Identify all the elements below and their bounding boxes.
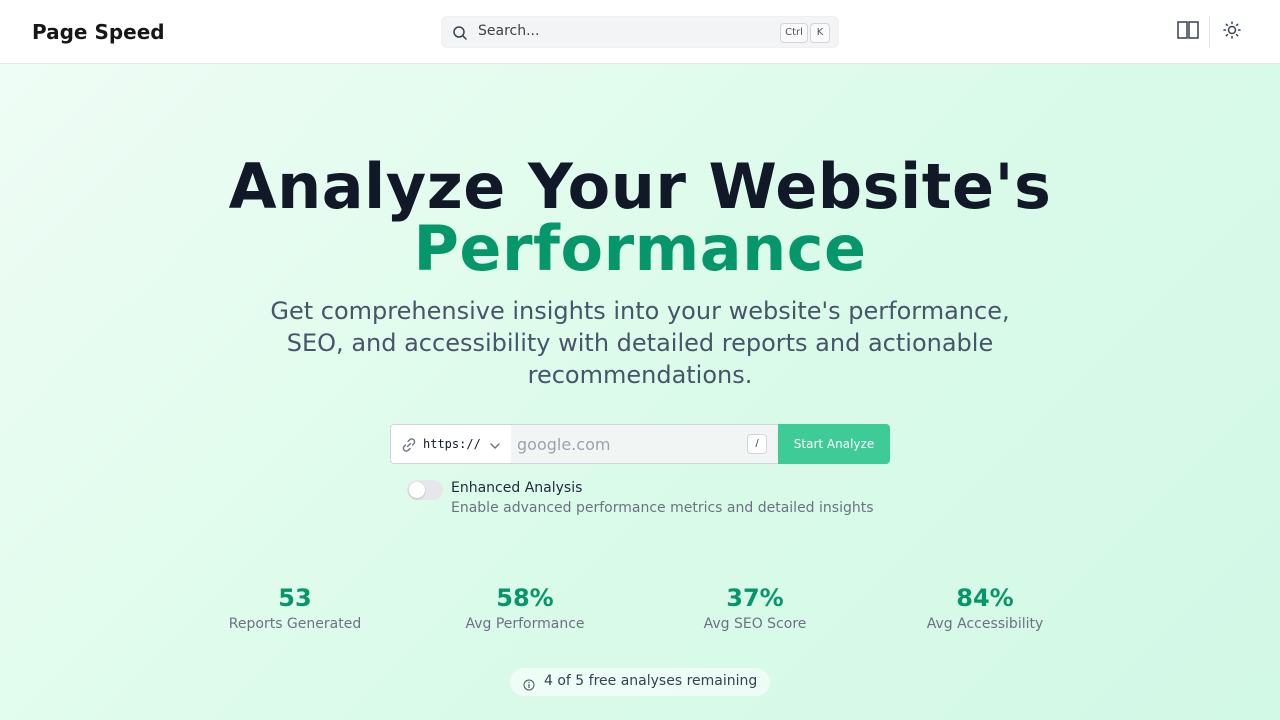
- hero-title: Analyze Your Website's Performance: [0, 156, 1280, 280]
- quota-text: 4 of 5 free analyses remaining: [544, 673, 758, 689]
- kbd-ctrl: Ctrl: [780, 23, 808, 43]
- stat-seo: 37% Avg SEO Score: [655, 584, 855, 632]
- search-box[interactable]: Search... Ctrl K: [441, 16, 839, 48]
- header-divider: [1209, 16, 1210, 48]
- hero-subtitle: Get comprehensive insights into your web…: [270, 297, 1010, 389]
- protocol-value: https://: [423, 437, 481, 451]
- info-icon: [523, 676, 535, 691]
- stat-accessibility: 84% Avg Accessibility: [885, 584, 1085, 632]
- layout-toggle-button[interactable]: [1174, 18, 1202, 46]
- url-input[interactable]: [511, 424, 779, 464]
- stat-value: 58%: [496, 584, 554, 612]
- search-placeholder: Search...: [478, 23, 540, 39]
- start-analyze-button[interactable]: Start Analyze: [778, 424, 890, 464]
- brand-logo[interactable]: Page Speed: [32, 20, 165, 44]
- top-header: Page Speed Search... Ctrl K: [0, 0, 1280, 64]
- link-icon: [401, 437, 417, 453]
- toggle-knob: [409, 482, 425, 498]
- stat-performance: 58% Avg Performance: [425, 584, 625, 632]
- shortcut-kbd: /: [747, 434, 767, 454]
- enhanced-analysis-toggle[interactable]: [407, 480, 443, 500]
- analyze-form: https:// / Start Analyze: [390, 424, 890, 464]
- enhanced-analysis-description: Enable advanced performance metrics and …: [451, 500, 874, 516]
- theme-toggle-button[interactable]: [1218, 18, 1246, 46]
- sun-icon: [1223, 21, 1241, 43]
- stat-label: Avg Performance: [465, 616, 585, 632]
- stat-label: Avg Accessibility: [926, 616, 1044, 632]
- quota-badge: 4 of 5 free analyses remaining: [510, 668, 770, 696]
- stat-reports: 53 Reports Generated: [195, 584, 395, 632]
- search-icon: [452, 25, 468, 41]
- enhanced-analysis-label: Enhanced Analysis: [451, 480, 583, 496]
- layout-icon: [1177, 21, 1199, 43]
- stat-value: 84%: [956, 584, 1014, 612]
- kbd-k: K: [810, 23, 830, 43]
- chevron-down-icon: [488, 438, 502, 452]
- stat-value: 53: [278, 584, 312, 612]
- stat-label: Reports Generated: [228, 616, 362, 632]
- stat-value: 37%: [726, 584, 784, 612]
- stat-label: Avg SEO Score: [703, 616, 807, 632]
- hero-title-accent: Performance: [413, 212, 867, 285]
- protocol-select[interactable]: https://: [390, 424, 512, 464]
